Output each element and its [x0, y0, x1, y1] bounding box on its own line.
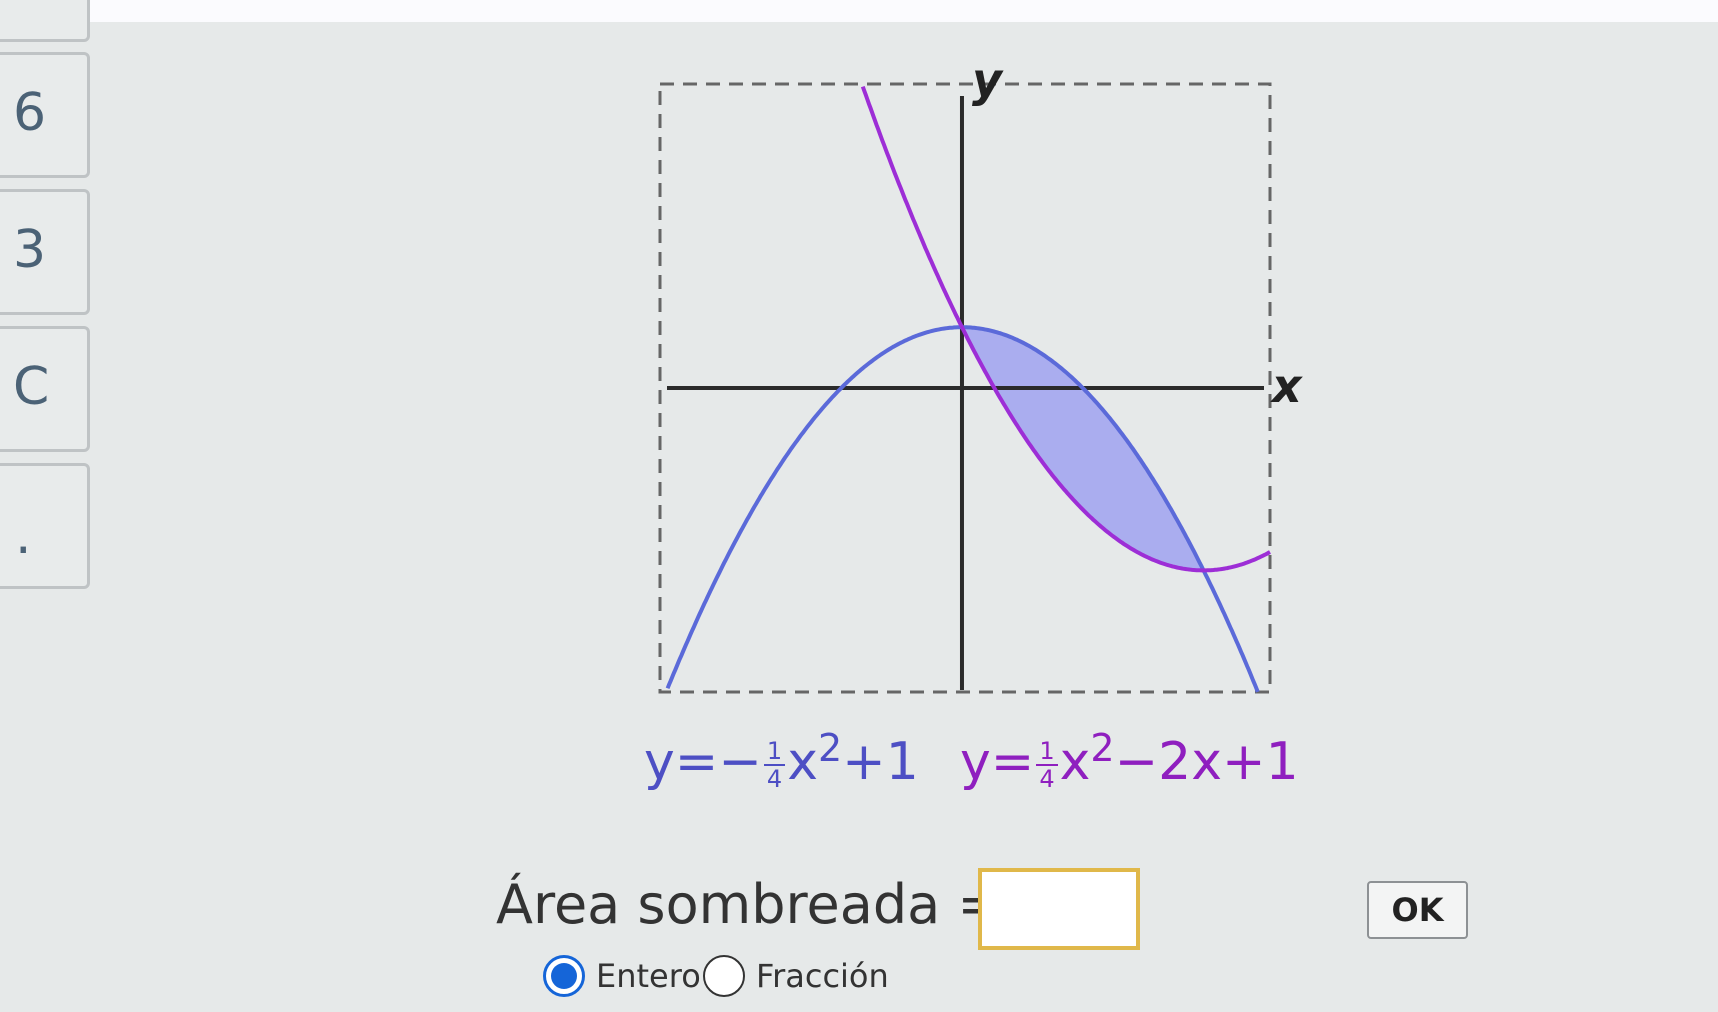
x-axis-label: x	[1270, 359, 1303, 413]
radio-entero[interactable]	[543, 955, 585, 997]
radio-fraccion[interactable]	[703, 955, 745, 997]
eq2-base: x	[1059, 732, 1091, 792]
eq1-prefix: y=−	[644, 732, 762, 792]
eq2-fraction: 14	[1036, 739, 1058, 791]
radio-label-entero[interactable]: Entero	[596, 957, 701, 995]
eq2-suffix: −2x+1	[1114, 732, 1299, 792]
equation-curve-1: y=− 1 4 x2+1	[644, 729, 919, 791]
y-axis-label: y	[972, 53, 1004, 107]
answer-input[interactable]	[978, 868, 1140, 950]
curve-upward-parabola	[860, 85, 1271, 573]
eq1-exponent: 2	[817, 726, 843, 770]
ok-button[interactable]: OK	[1367, 881, 1468, 939]
graph: x y	[658, 53, 1303, 694]
area-label: Área sombreada =	[496, 873, 1003, 936]
eq2-exponent: 2	[1090, 726, 1115, 770]
shaded-region	[962, 327, 1204, 571]
equation-curve-2: y= 1 4 x2−2x+1	[960, 729, 1299, 791]
eq1-suffix: +1	[842, 732, 919, 792]
radio-label-fraccion[interactable]: Fracción	[756, 957, 889, 995]
eq1-base: x	[787, 732, 818, 792]
eq2-prefix: y=	[960, 732, 1035, 792]
eq1-fraction: 14	[763, 739, 786, 791]
